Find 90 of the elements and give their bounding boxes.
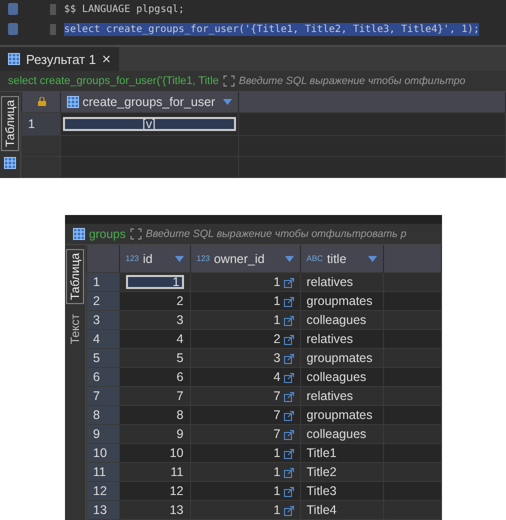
link-icon[interactable] xyxy=(284,506,294,516)
link-icon[interactable] xyxy=(284,354,294,364)
column-name: title xyxy=(326,252,346,266)
link-icon[interactable] xyxy=(284,392,294,402)
table-name: groups xyxy=(89,227,126,241)
row-number: 1 xyxy=(22,112,60,136)
link-icon[interactable] xyxy=(284,410,294,421)
caret-icon[interactable] xyxy=(174,256,184,262)
table-cell[interactable]: 6 xyxy=(176,370,184,384)
tab-label: Результат 1 xyxy=(26,52,96,67)
expand-icon[interactable] xyxy=(222,75,235,88)
row-number: 3 xyxy=(86,310,119,330)
row-number: 10 xyxy=(86,444,119,462)
column-name: id xyxy=(142,252,153,266)
column-header[interactable]: 123 owner_id xyxy=(190,245,300,272)
table-cell[interactable]: 5 xyxy=(176,351,184,365)
type-label: 123 xyxy=(196,254,210,263)
table-cell[interactable]: 7 xyxy=(274,408,280,422)
table-icon xyxy=(66,96,78,108)
table-cell[interactable]: 1 xyxy=(274,484,280,498)
table-cell[interactable]: 8 xyxy=(176,408,184,422)
row-number: 8 xyxy=(86,406,119,424)
caret-icon[interactable] xyxy=(222,99,232,105)
table-icon xyxy=(73,228,85,240)
link-icon[interactable] xyxy=(284,486,294,497)
column-header[interactable]: create_groups_for_user xyxy=(60,92,238,112)
table-icon xyxy=(4,157,16,170)
table-cell[interactable]: 1 xyxy=(274,465,280,479)
link-icon[interactable] xyxy=(284,278,294,288)
filter-field[interactable]: Введите SQL выражение чтобы отфильтровать р xyxy=(146,224,442,244)
row-number: 5 xyxy=(86,348,119,368)
column-name: create_groups_for_user xyxy=(82,95,216,109)
table-cell[interactable]: 1 xyxy=(274,503,280,517)
table-cell[interactable]: 13 xyxy=(170,503,184,517)
link-icon[interactable] xyxy=(284,430,294,440)
table-cell[interactable]: 1 xyxy=(126,275,184,289)
filter-field[interactable]: Введите SQL выражение чтобы отфильтро xyxy=(238,71,506,91)
side-tab[interactable]: Текст xyxy=(66,310,84,348)
column-header[interactable]: 123 id xyxy=(119,245,190,272)
row-number: 13 xyxy=(86,500,119,520)
link-icon[interactable] xyxy=(284,296,294,307)
table-cell[interactable]: 4 xyxy=(274,370,280,384)
link-icon[interactable] xyxy=(284,448,294,459)
row-number: 6 xyxy=(86,368,119,386)
table-cell[interactable]: 9 xyxy=(176,427,184,441)
caret-icon[interactable] xyxy=(368,256,376,262)
table-cell[interactable]: 1 xyxy=(274,446,280,460)
gutter-marker xyxy=(50,4,56,14)
table-cell[interactable]: 7 xyxy=(176,389,184,403)
gutter-marker xyxy=(50,24,56,34)
expand-icon[interactable] xyxy=(130,228,142,240)
table-cell[interactable]: 11 xyxy=(170,465,184,479)
file-icon xyxy=(8,23,18,35)
table-cell[interactable]: 7 xyxy=(274,389,280,403)
lock-icon xyxy=(38,97,46,106)
query-text: select create_groups_for_user('{Title1, Title xyxy=(8,75,219,88)
link-icon[interactable] xyxy=(284,468,294,478)
table-icon xyxy=(8,53,20,66)
type-label: ABC xyxy=(306,254,323,263)
type-label: 123 xyxy=(126,254,139,263)
table-cell[interactable]: 10 xyxy=(170,446,184,460)
table-cell[interactable]: 3 xyxy=(176,313,184,327)
table-cell[interactable]: 3 xyxy=(274,351,280,365)
result-tab[interactable]: Результат 1 × xyxy=(0,47,119,72)
table-cell[interactable]: 12 xyxy=(170,484,184,498)
table-cell[interactable]: 2 xyxy=(274,332,280,346)
row-number: 2 xyxy=(86,292,119,310)
file-icon xyxy=(8,3,18,15)
column-name: owner_id xyxy=(214,252,265,266)
side-tab[interactable]: Таблица xyxy=(1,96,19,152)
side-tab[interactable]: Таблица xyxy=(66,249,84,304)
table-cell[interactable]: 1 xyxy=(274,294,280,308)
table-cell[interactable]: 4 xyxy=(176,332,184,346)
table-cell[interactable]: 2 xyxy=(176,294,184,308)
link-icon[interactable] xyxy=(284,316,294,326)
row-number: 7 xyxy=(86,386,119,406)
row-number: 4 xyxy=(86,330,119,348)
row-number: 9 xyxy=(86,424,119,444)
caret-icon[interactable] xyxy=(284,256,294,262)
table-cell[interactable]: 1 xyxy=(274,313,280,327)
code-line: $$ LANGUAGE plpgsql; xyxy=(64,2,184,16)
row-number: 11 xyxy=(86,462,119,482)
close-icon[interactable]: × xyxy=(102,50,111,68)
row-number: 1 xyxy=(86,272,119,292)
column-header[interactable]: ABC title xyxy=(300,245,383,272)
link-icon[interactable] xyxy=(284,372,294,383)
table-cell[interactable]: 7 xyxy=(274,427,280,441)
link-icon[interactable] xyxy=(284,334,294,345)
table-cell[interactable]: 1 xyxy=(274,275,280,289)
row-number: 12 xyxy=(86,482,119,500)
